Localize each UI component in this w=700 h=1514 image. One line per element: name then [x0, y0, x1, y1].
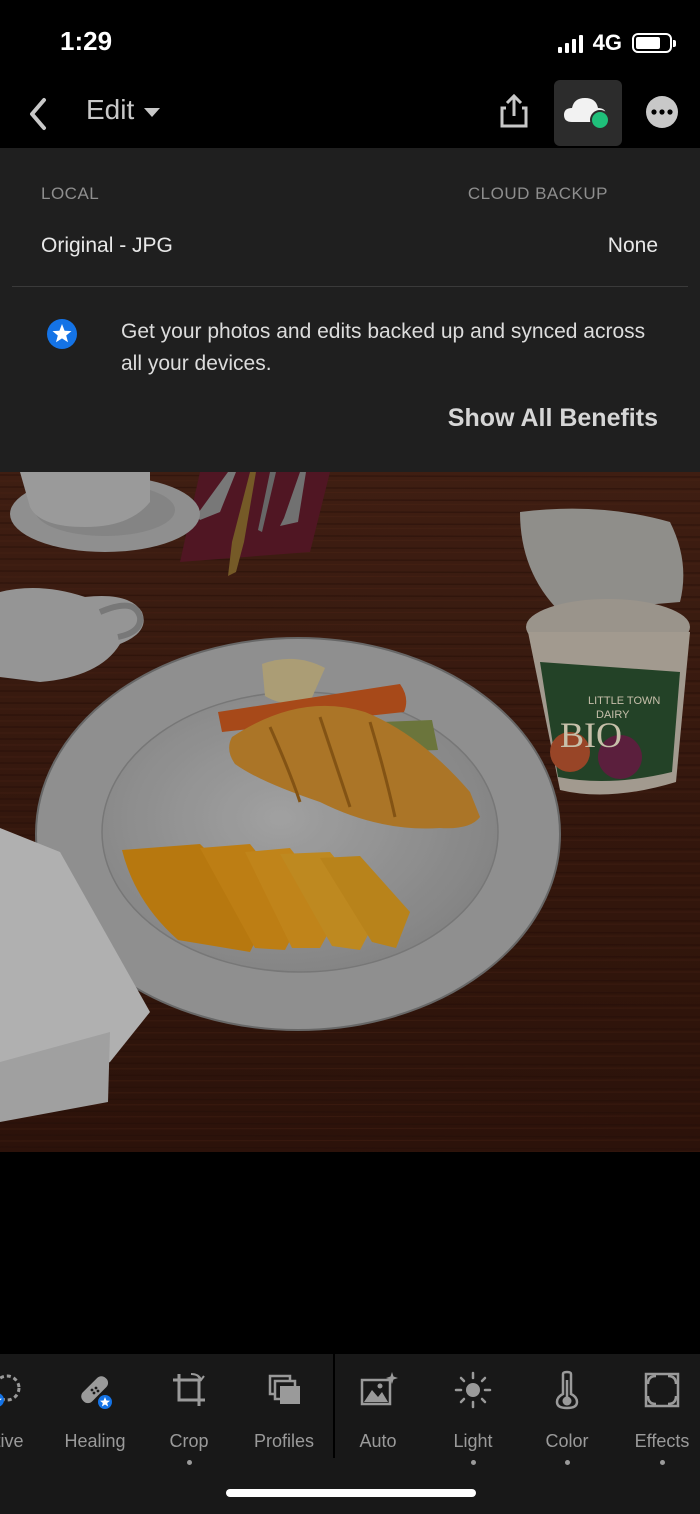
selective-icon	[0, 1374, 21, 1407]
auto-icon	[360, 1372, 398, 1406]
edit-mode-dropdown[interactable]: Edit	[86, 94, 161, 126]
cloud-sync-icon	[564, 98, 610, 130]
local-header: LOCAL	[41, 184, 100, 203]
healing-icon	[81, 1376, 112, 1409]
show-all-benefits-link[interactable]: Show All Benefits	[448, 404, 658, 433]
local-value: Original - JPG	[41, 234, 173, 257]
star-badge-icon	[46, 318, 78, 350]
color-icon	[555, 1370, 579, 1410]
light-icon	[454, 1371, 492, 1409]
tool-label: Effects	[634, 1431, 690, 1451]
tool-label: Color	[545, 1431, 589, 1451]
cloud-backup-value: None	[607, 234, 658, 257]
tool-selective[interactable]: ctive	[0, 1370, 52, 1470]
profiles-icon	[268, 1374, 300, 1404]
effects-icon	[644, 1372, 680, 1408]
home-indicator[interactable]	[226, 1489, 476, 1497]
caret-down-icon	[144, 107, 161, 117]
status-time: 1:29	[60, 26, 113, 56]
tool-light[interactable]: Light	[426, 1370, 520, 1470]
chevron-left-icon	[30, 98, 46, 130]
back-button[interactable]	[22, 94, 56, 134]
crop-icon	[173, 1373, 205, 1406]
cloud-backup-header: CLOUD BACKUP	[467, 184, 608, 203]
tool-auto[interactable]: Auto	[331, 1370, 425, 1470]
edit-label: Edit	[86, 94, 135, 125]
active-dot	[659, 1460, 665, 1465]
tool-profiles[interactable]: Profiles	[237, 1370, 331, 1470]
canvas-background	[0, 1152, 700, 1354]
tool-label: Profiles	[253, 1431, 315, 1451]
active-dot	[470, 1460, 476, 1465]
photo-image: LITTLE TOWN DAIRY BIO	[0, 472, 700, 1152]
tool-label: Auto	[359, 1431, 397, 1451]
signal-icon	[557, 33, 583, 53]
tool-effects[interactable]: Effects	[615, 1370, 700, 1470]
divider	[12, 286, 688, 287]
tool-crop[interactable]: Crop	[142, 1370, 236, 1470]
tool-label: Light	[453, 1431, 493, 1451]
cloud-sync-button[interactable]	[554, 80, 622, 146]
promo-text: Get your photos and edits backed up and …	[121, 320, 646, 375]
tool-label: Healing	[64, 1431, 126, 1451]
top-nav-bar: Edit	[0, 80, 700, 148]
share-button[interactable]	[494, 92, 534, 132]
photo-canvas[interactable]: LITTLE TOWN DAIRY BIO	[0, 472, 700, 1152]
more-icon	[646, 96, 678, 128]
status-bar: 1:29 4G	[0, 0, 700, 80]
cloud-backup-panel: LOCAL CLOUD BACKUP Original - JPG None G…	[0, 148, 700, 472]
active-dot	[564, 1460, 570, 1465]
tool-color[interactable]: Color	[520, 1370, 614, 1470]
status-indicators: 4G	[557, 30, 676, 56]
active-dot	[186, 1460, 192, 1465]
tool-healing[interactable]: Healing	[48, 1370, 142, 1470]
battery-icon	[632, 33, 676, 53]
tool-label: Crop	[169, 1431, 209, 1451]
share-icon	[500, 93, 528, 128]
more-options-button[interactable]	[644, 94, 680, 130]
network-type: 4G	[592, 30, 622, 55]
tool-label: ctive	[0, 1431, 24, 1451]
